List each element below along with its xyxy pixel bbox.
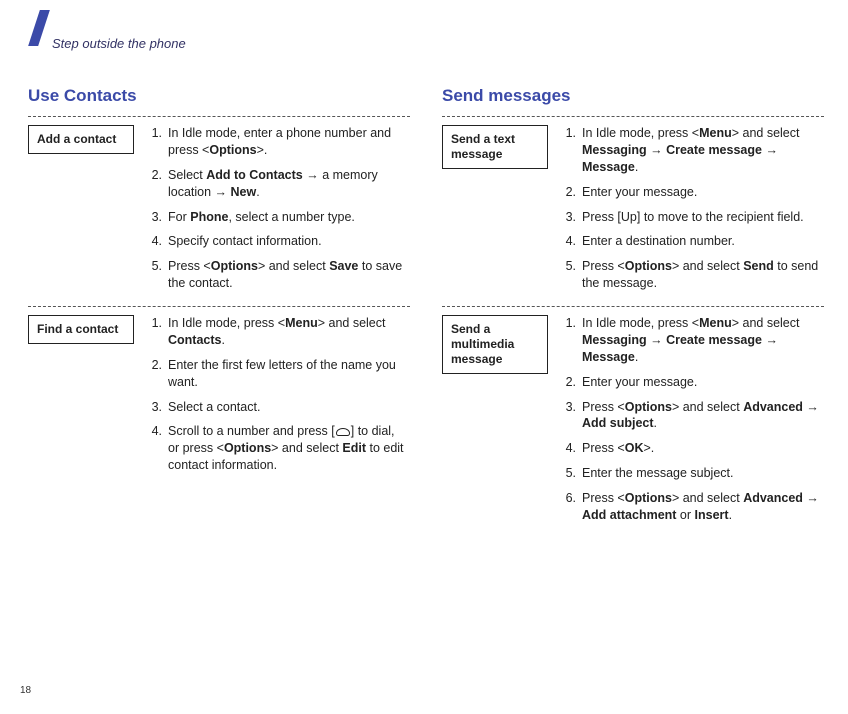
step-number: 3. <box>562 209 582 226</box>
label-find-a-contact: Find a contact <box>28 315 134 344</box>
label-add-a-contact: Add a contact <box>28 125 134 154</box>
step-text: Press <Options> and select Save to save … <box>168 258 408 292</box>
step-text: In Idle mode, press <Menu> and select Me… <box>582 315 822 366</box>
step-item: 4.Enter a destination number. <box>562 233 822 250</box>
step-text: For Phone, select a number type. <box>168 209 408 226</box>
step-number: 4. <box>562 440 582 457</box>
divider <box>442 306 824 307</box>
step-text: Press [Up] to move to the recipient fiel… <box>582 209 822 226</box>
step-number: 3. <box>148 209 168 226</box>
manual-page: Step outside the phone Use Contacts Add … <box>0 0 848 714</box>
left-column: Use Contacts Add a contact 1.In Idle mod… <box>28 86 410 536</box>
step-item: 3.Press [Up] to move to the recipient fi… <box>562 209 822 226</box>
step-text: Enter the message subject. <box>582 465 822 482</box>
step-item: 2.Enter your message. <box>562 184 822 201</box>
divider <box>28 116 410 117</box>
steps-find-a-contact: 1.In Idle mode, press <Menu> and select … <box>148 315 408 482</box>
step-item: 3.Select a contact. <box>148 399 408 416</box>
step-text: Enter your message. <box>582 184 822 201</box>
step-text: Enter your message. <box>582 374 822 391</box>
step-text: Scroll to a number and press [] to dial,… <box>168 423 408 474</box>
block-send-text-message: Send a text message 1.In Idle mode, pres… <box>442 125 824 300</box>
step-number: 4. <box>148 423 168 474</box>
step-number: 4. <box>562 233 582 250</box>
section-heading-use-contacts: Use Contacts <box>28 86 410 106</box>
step-text: In Idle mode, enter a phone number and p… <box>168 125 408 159</box>
step-item: 1.In Idle mode, press <Menu> and select … <box>148 315 408 349</box>
step-number: 6. <box>562 490 582 524</box>
step-number: 5. <box>562 465 582 482</box>
step-text: Press <Options> and select Advanced → Ad… <box>582 490 822 524</box>
block-add-a-contact: Add a contact 1.In Idle mode, enter a ph… <box>28 125 410 300</box>
step-number: 3. <box>148 399 168 416</box>
step-item: 5.Press <Options> and select Save to sav… <box>148 258 408 292</box>
step-text: Press <Options> and select Send to send … <box>582 258 822 292</box>
step-number: 1. <box>562 315 582 366</box>
step-number: 5. <box>148 258 168 292</box>
right-column: Send messages Send a text message 1.In I… <box>442 86 824 536</box>
step-text: Specify contact information. <box>168 233 408 250</box>
step-item: 4.Specify contact information. <box>148 233 408 250</box>
step-item: 5.Enter the message subject. <box>562 465 822 482</box>
call-icon <box>336 428 350 436</box>
step-number: 4. <box>148 233 168 250</box>
divider <box>442 116 824 117</box>
step-number: 2. <box>148 167 168 201</box>
step-text: Press <OK>. <box>582 440 822 457</box>
step-text: Select a contact. <box>168 399 408 416</box>
step-number: 5. <box>562 258 582 292</box>
step-text: In Idle mode, press <Menu> and select Me… <box>582 125 822 176</box>
step-number: 1. <box>148 315 168 349</box>
section-heading-send-messages: Send messages <box>442 86 824 106</box>
step-number: 1. <box>562 125 582 176</box>
step-item: 5.Press <Options> and select Send to sen… <box>562 258 822 292</box>
label-send-multimedia-message: Send a multimedia message <box>442 315 548 374</box>
page-number: 18 <box>20 685 31 696</box>
step-item: 4.Press <OK>. <box>562 440 822 457</box>
step-item: 2.Select Add to Contacts → a memory loca… <box>148 167 408 201</box>
breadcrumb: Step outside the phone <box>52 36 186 51</box>
step-text: Enter the first few letters of the name … <box>168 357 408 391</box>
step-item: 1.In Idle mode, press <Menu> and select … <box>562 315 822 366</box>
block-send-multimedia-message: Send a multimedia message 1.In Idle mode… <box>442 315 824 532</box>
label-send-text-message: Send a text message <box>442 125 548 169</box>
steps-send-multimedia-message: 1.In Idle mode, press <Menu> and select … <box>562 315 822 532</box>
step-item: 1.In Idle mode, press <Menu> and select … <box>562 125 822 176</box>
step-text: Select Add to Contacts → a memory locati… <box>168 167 408 201</box>
header-accent-mark <box>28 10 50 46</box>
step-number: 3. <box>562 399 582 433</box>
step-number: 1. <box>148 125 168 159</box>
step-text: Press <Options> and select Advanced → Ad… <box>582 399 822 433</box>
steps-send-text-message: 1.In Idle mode, press <Menu> and select … <box>562 125 822 300</box>
step-number: 2. <box>562 374 582 391</box>
step-item: 1.In Idle mode, enter a phone number and… <box>148 125 408 159</box>
step-text: Enter a destination number. <box>582 233 822 250</box>
divider <box>28 306 410 307</box>
block-find-a-contact: Find a contact 1.In Idle mode, press <Me… <box>28 315 410 482</box>
step-item: 2.Enter your message. <box>562 374 822 391</box>
content-columns: Use Contacts Add a contact 1.In Idle mod… <box>28 86 824 536</box>
step-number: 2. <box>148 357 168 391</box>
step-number: 2. <box>562 184 582 201</box>
step-item: 3.Press <Options> and select Advanced → … <box>562 399 822 433</box>
steps-add-a-contact: 1.In Idle mode, enter a phone number and… <box>148 125 408 300</box>
step-item: 3.For Phone, select a number type. <box>148 209 408 226</box>
step-item: 2.Enter the first few letters of the nam… <box>148 357 408 391</box>
step-item: 4.Scroll to a number and press [] to dia… <box>148 423 408 474</box>
step-item: 6.Press <Options> and select Advanced → … <box>562 490 822 524</box>
step-text: In Idle mode, press <Menu> and select Co… <box>168 315 408 349</box>
